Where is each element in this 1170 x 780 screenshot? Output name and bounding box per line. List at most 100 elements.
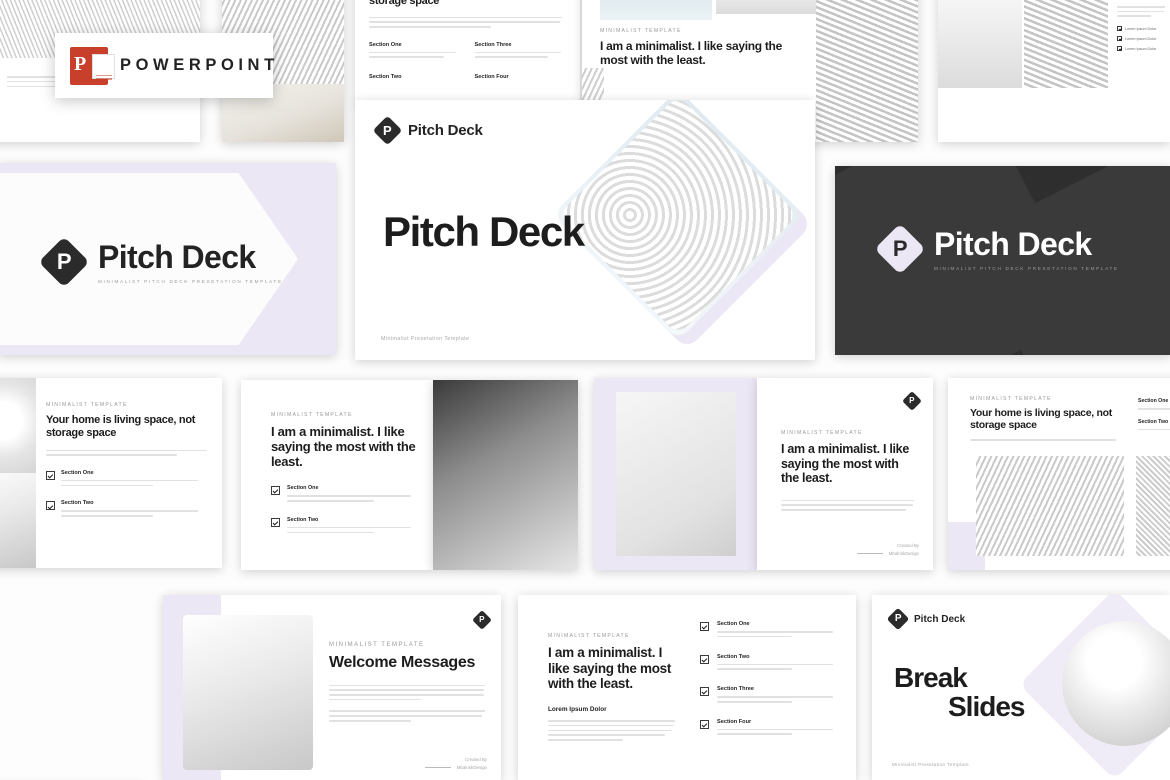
checklist-label: Lorem Ipsum Dolor [1125,46,1157,51]
checklist-item[interactable]: Section Two [271,517,419,537]
slide-footer: Minimalist Presetation Template [892,763,969,768]
section-title: Section One [1138,398,1169,404]
helix-photo [557,100,799,336]
section-title: Section Four [474,74,509,81]
slide-headline: Your home is living space, not storage s… [46,414,196,439]
slide-tagline: MINIMALIST PITCH DECK PRESETATION TEMPLA… [934,266,1119,271]
section-title: Section One [61,469,94,476]
logo-letter: P [479,615,485,624]
slide-r3-home-checklist[interactable]: MINIMALIST TEMPLATE Your home is living … [0,378,222,568]
checklist-item[interactable]: Section One [271,485,419,505]
slide-headline: Welcome Messages [329,654,476,671]
slide-bottom-welcome[interactable]: P MINIMALIST TEMPLATE Welcome Messages C… [163,595,501,780]
slide-r3-photo-lamp[interactable] [594,378,757,570]
checkbox-icon[interactable] [1117,46,1122,52]
slide-headline: I am a minimalist. I like saying the mos… [600,39,782,67]
checklist-item[interactable]: Section Two [46,500,210,520]
slide-r3-minimalist-checklist[interactable]: MINIMALIST TEMPLATE I am a minimalist. I… [241,380,433,570]
checklist-item[interactable]: Lorem Ipsum Dolor [1117,46,1167,52]
section-title: Section One [369,41,402,48]
checkbox-icon[interactable] [271,517,280,527]
brand-name: Pitch Deck [408,122,483,139]
checklist-item[interactable]: Section One [46,470,210,490]
checklist-item[interactable]: Lorem Ipsum Dolor [1117,26,1167,32]
logo-letter: P [909,396,915,405]
slide-eyebrow: MINIMALIST TEMPLATE [271,412,353,418]
checklist-item[interactable]: Section Two [700,654,838,674]
powerpoint-badge: P POWERPOINT [55,33,274,98]
checkbox-icon[interactable] [700,687,709,697]
checkbox-icon[interactable] [700,654,709,664]
slide-footer: Minimalist Presetation Template [381,336,470,342]
slide-top-right-checklist[interactable]: Your home is living space, not storage s… [938,0,1170,142]
section-title: Section Two [61,500,94,507]
section-title: Section Two [369,74,402,81]
template-preview-page: Section Two Your home is living space, n… [0,0,1170,780]
checklist-item[interactable]: Section Four [700,719,838,739]
section-title: Section Three [717,686,754,693]
checkbox-icon[interactable] [700,719,709,729]
slide-tagline: MINIMALIST PITCH DECK PRESETATION TEMPLA… [98,279,283,284]
slide-eyebrow: MINIMALIST TEMPLATE [970,396,1052,402]
arch-photo [976,456,1124,556]
stairs-photo [1024,0,1108,88]
section-title: Section One [717,621,750,627]
slide-title: Pitch Deck [934,226,1092,262]
slide-headline: I am a minimalist. I like saying the mos… [271,424,416,470]
checkbox-icon[interactable] [1117,36,1122,42]
powerpoint-label: POWERPOINT [120,56,279,74]
checkbox-icon[interactable] [271,486,280,496]
section-title: Section One [287,485,319,492]
checklist-label: Lorem Ipsum Dolor [1125,36,1157,41]
slide-bottom-break[interactable]: P Pitch Deck Break Slides Minimalist Pre… [872,595,1170,780]
checkbox-icon[interactable] [46,501,55,511]
slide-eyebrow: MINIMALIST TEMPLATE [329,642,425,648]
plate-photo [0,378,36,473]
logo-letter: P [892,235,908,261]
slide-r3-home-image[interactable]: MINIMALIST TEMPLATE Your home is living … [948,378,1170,570]
slide-cover-dark[interactable]: P Pitch Deck MINIMALIST PITCH DECK PRESE… [835,166,1170,355]
logo-letter: P [56,248,72,274]
pitch-deck-logo: P [874,223,926,274]
pitch-deck-logo: P [372,115,403,146]
stairs-photo [816,0,918,142]
checkbox-icon[interactable] [700,622,709,631]
divider [424,767,451,769]
slide-bottom-sections-four[interactable]: MINIMALIST TEMPLATE I am a minimalist. I… [518,595,856,780]
pitch-deck-logo: P [902,391,922,411]
powerpoint-letter: P [74,52,87,75]
pitch-deck-logo: P [472,610,492,630]
slide-subhead: Lorem Ipsum Dolor [548,705,607,713]
slide-r3-minimalist-credit[interactable]: P MINIMALIST TEMPLATE I am a minimalist.… [757,378,933,570]
created-by-name: MbalrinkDesign [888,551,919,556]
slide-eyebrow: MINIMALIST TEMPLATE [46,402,128,408]
slide-eyebrow: MINIMALIST TEMPLATE [781,430,863,436]
checklist-item[interactable]: Lorem Ipsum Dolor [1117,36,1167,42]
section-title: Section Two [717,653,750,660]
checklist-item[interactable]: Section Three [700,686,838,706]
section-title: Section Four [717,718,752,725]
towel-photo [716,0,816,14]
towel-photo [938,0,1022,88]
checklist-label: Lorem Ipsum Dolor [1125,26,1157,31]
slide-top-sections-detail[interactable]: Your home is living space, not storage s… [355,0,580,104]
slide-title: Pitch Deck [383,208,585,255]
slide-desk-photo[interactable] [433,380,578,570]
pitch-deck-logo: P [38,236,90,287]
slide-headline: Your home is living space, not storage s… [369,0,440,7]
slide-hero-pitch-deck[interactable]: P Pitch Deck Pitch Deck Minimalist Prese… [355,100,815,360]
powerpoint-slide-glyph [92,53,115,84]
slide-title-line2: Slides [948,691,1025,723]
slide-title: Pitch Deck [98,239,256,275]
checkbox-icon[interactable] [46,470,55,480]
slide-eyebrow: MINIMALIST TEMPLATE [548,633,630,639]
slide-title-line1: Break [894,662,968,693]
pitch-deck-logo: P [886,607,910,631]
slide-cover-lavender[interactable]: P Pitch Deck MINIMALIST PITCH DECK PRESE… [0,163,336,355]
section-title: Section Three [474,41,512,48]
checkbox-icon[interactable] [1117,26,1122,32]
lamp-photo [616,392,736,556]
created-by-name: MbalrinkDesign [456,765,487,770]
checklist-item[interactable]: Section One [700,621,838,641]
curve-photo [183,615,313,770]
